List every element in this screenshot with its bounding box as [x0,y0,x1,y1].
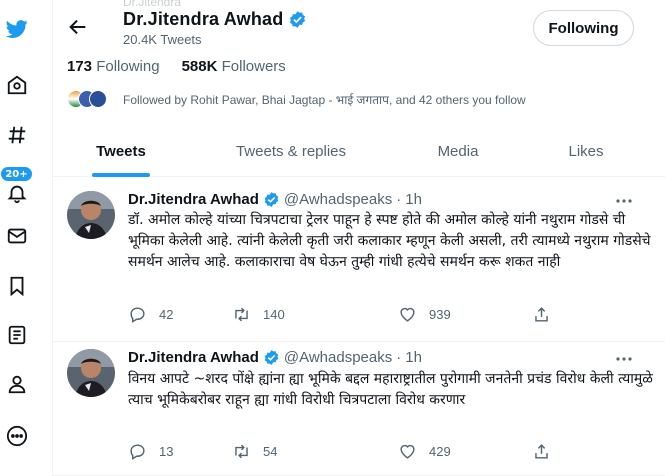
reply-icon [130,307,145,323]
followers-count: 588K [181,58,218,75]
profile-icon[interactable] [0,367,34,401]
tweet-handle[interactable]: @Awhadspeaks [284,349,392,366]
tweet-author-name[interactable]: Dr.Jitendra Awhad [128,191,259,208]
messages-icon[interactable] [0,219,34,253]
retweet-count: 140 [263,307,285,322]
verified-badge-icon [290,11,306,28]
more-icon[interactable] [0,419,34,453]
follower-avatar [89,90,107,108]
tweet-time[interactable]: 1h [405,349,422,366]
reply-count: 13 [159,444,174,459]
tweet-time[interactable]: 1h [405,191,422,208]
separator-dot: · [396,349,402,366]
tweet-text: विनय आपटे ~शरद पोंक्षे ह्यांना ह्या भूमि… [128,371,653,408]
lists-icon[interactable] [0,318,34,352]
more-options-icon[interactable] [614,349,634,369]
follow-stats: 173 Following 588K Followers [67,58,286,75]
profile-header: Dr.Jitendra Dr.Jitendra Awhad 20.4K Twee… [53,0,665,55]
hashtag-icon[interactable] [0,118,34,152]
retweet-button[interactable]: 140 [232,305,285,324]
share-icon [535,444,548,459]
tweet-count: 20.4K Tweets [123,32,202,47]
tweet-item[interactable]: Dr.Jitendra Awhad @Awhadspeaks · 1h विनय… [53,342,665,476]
verified-badge-icon [264,192,279,207]
tab-label: Likes [568,142,604,160]
like-count: 939 [429,307,451,322]
tweet-header: Dr.Jitendra Awhad @Awhadspeaks · 1h [128,191,422,208]
avatar[interactable] [67,191,115,239]
like-button[interactable]: 429 [398,442,451,461]
reply-icon [130,444,145,460]
following-button[interactable]: Following [533,10,634,46]
more-options-icon[interactable] [614,191,634,211]
tab-tweets[interactable]: Tweets [53,125,189,177]
tab-tweets-and-replies[interactable]: Tweets & replies [189,125,393,177]
heart-icon [400,307,415,322]
notifications-icon[interactable] [0,176,34,210]
following-count: 173 [67,58,93,75]
profile-name: Dr.Jitendra Awhad [123,9,284,29]
following-link[interactable]: 173 Following [67,58,160,75]
reply-count: 42 [159,307,174,322]
reply-button[interactable]: 13 [128,442,173,461]
tab-label: Media [437,142,479,160]
tweet-actions: 13 54 429 [128,442,558,462]
scrolled-name-ghost: Dr.Jitendra [123,0,182,9]
explore-icon[interactable] [0,68,34,102]
twitter-logo-icon[interactable] [0,12,34,46]
bookmarks-icon[interactable] [0,269,34,303]
tab-label: Tweets [96,142,146,160]
tab-label: Tweets & replies [235,142,347,160]
retweet-count: 54 [263,444,278,459]
like-button[interactable]: 939 [398,305,451,324]
tab-media[interactable]: Media [393,125,523,177]
profile-tabs: Tweets Tweets & replies Media Likes [53,125,665,177]
separator-dot: · [396,191,402,208]
followed-by-text: Followed by Rohit Pawar, Bhai Jagtap - भ… [123,92,526,107]
avatar[interactable] [67,349,115,397]
followers-label: Followers [221,58,286,75]
followers-link[interactable]: 588K Followers [182,58,286,75]
share-button[interactable] [532,442,563,461]
tweet-item[interactable]: Dr.Jitendra Awhad @Awhadspeaks · 1h डॉ. … [53,177,665,342]
tweet-handle[interactable]: @Awhadspeaks [284,191,392,208]
following-label: Following [96,58,160,75]
retweet-icon [235,307,248,322]
retweet-icon [235,444,248,459]
tweet-author-name[interactable]: Dr.Jitendra Awhad [128,349,259,366]
followed-by[interactable]: Followed by Rohit Pawar, Bhai Jagtap - भ… [67,88,526,110]
like-count: 429 [429,444,451,459]
page-title: Dr.Jitendra Awhad [123,9,307,30]
heart-icon [400,444,415,459]
share-icon [535,307,548,322]
tweet-header: Dr.Jitendra Awhad @Awhadspeaks · 1h [128,349,422,366]
share-button[interactable] [532,305,563,324]
nav-rail: 20+ [0,0,38,476]
profile-main: Dr.Jitendra Dr.Jitendra Awhad 20.4K Twee… [52,0,665,476]
reply-button[interactable]: 42 [128,305,173,324]
retweet-button[interactable]: 54 [232,442,277,461]
back-arrow-icon[interactable] [67,16,89,38]
tab-likes[interactable]: Likes [523,125,649,177]
verified-badge-icon [264,350,279,365]
tweet-actions: 42 140 939 [128,305,558,325]
tweet-text: डॉ. अमोल कोल्हे यांच्या चित्रपटाचा ट्रेल… [128,212,651,270]
